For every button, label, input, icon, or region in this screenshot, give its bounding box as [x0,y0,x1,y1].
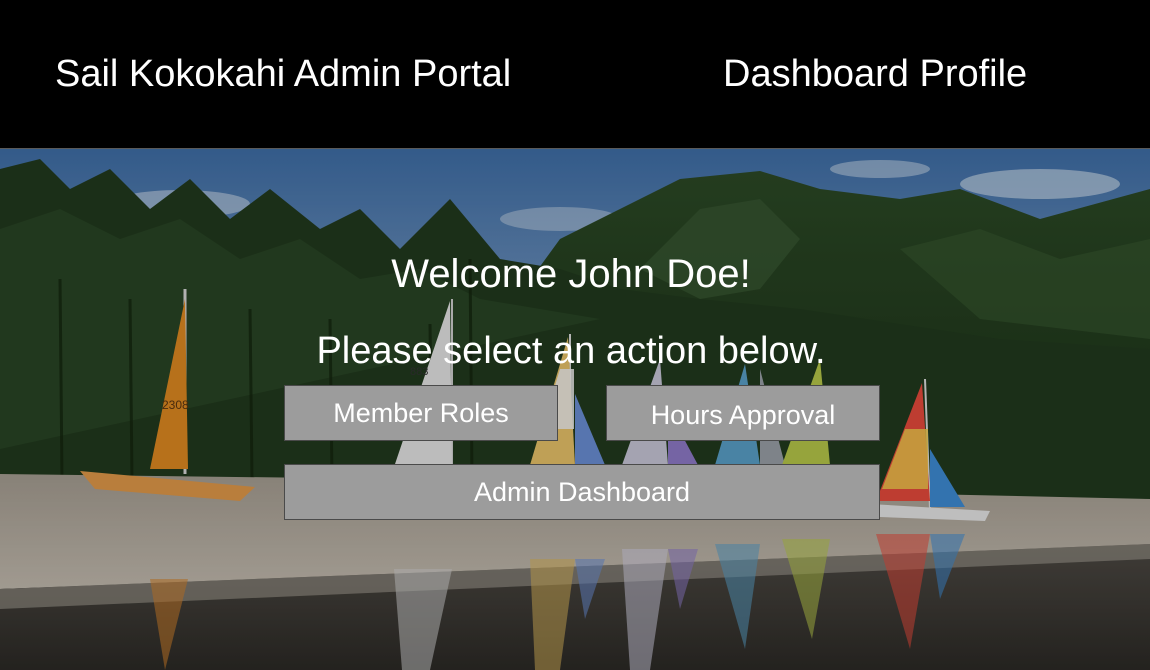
nav-profile-link[interactable]: Profile [919,53,1027,95]
hero-background: 2308 883 [0,149,1150,670]
admin-dashboard-button[interactable]: Admin Dashboard [284,464,880,520]
welcome-heading: Welcome John Doe! [391,252,751,296]
brand-title[interactable]: Sail Kokokahi Admin Portal [55,52,511,96]
nav-links: Dashboard Profile [723,52,1027,96]
nav-dashboard-link[interactable]: Dashboard [723,53,909,95]
member-roles-button[interactable]: Member Roles [284,385,558,441]
beach-sailboats-photo: 2308 883 [0,149,1150,670]
hours-approval-button[interactable]: Hours Approval [606,385,880,441]
action-prompt: Please select an action below. [316,330,826,372]
top-navigation-bar: Sail Kokokahi Admin Portal Dashboard Pro… [0,0,1150,149]
